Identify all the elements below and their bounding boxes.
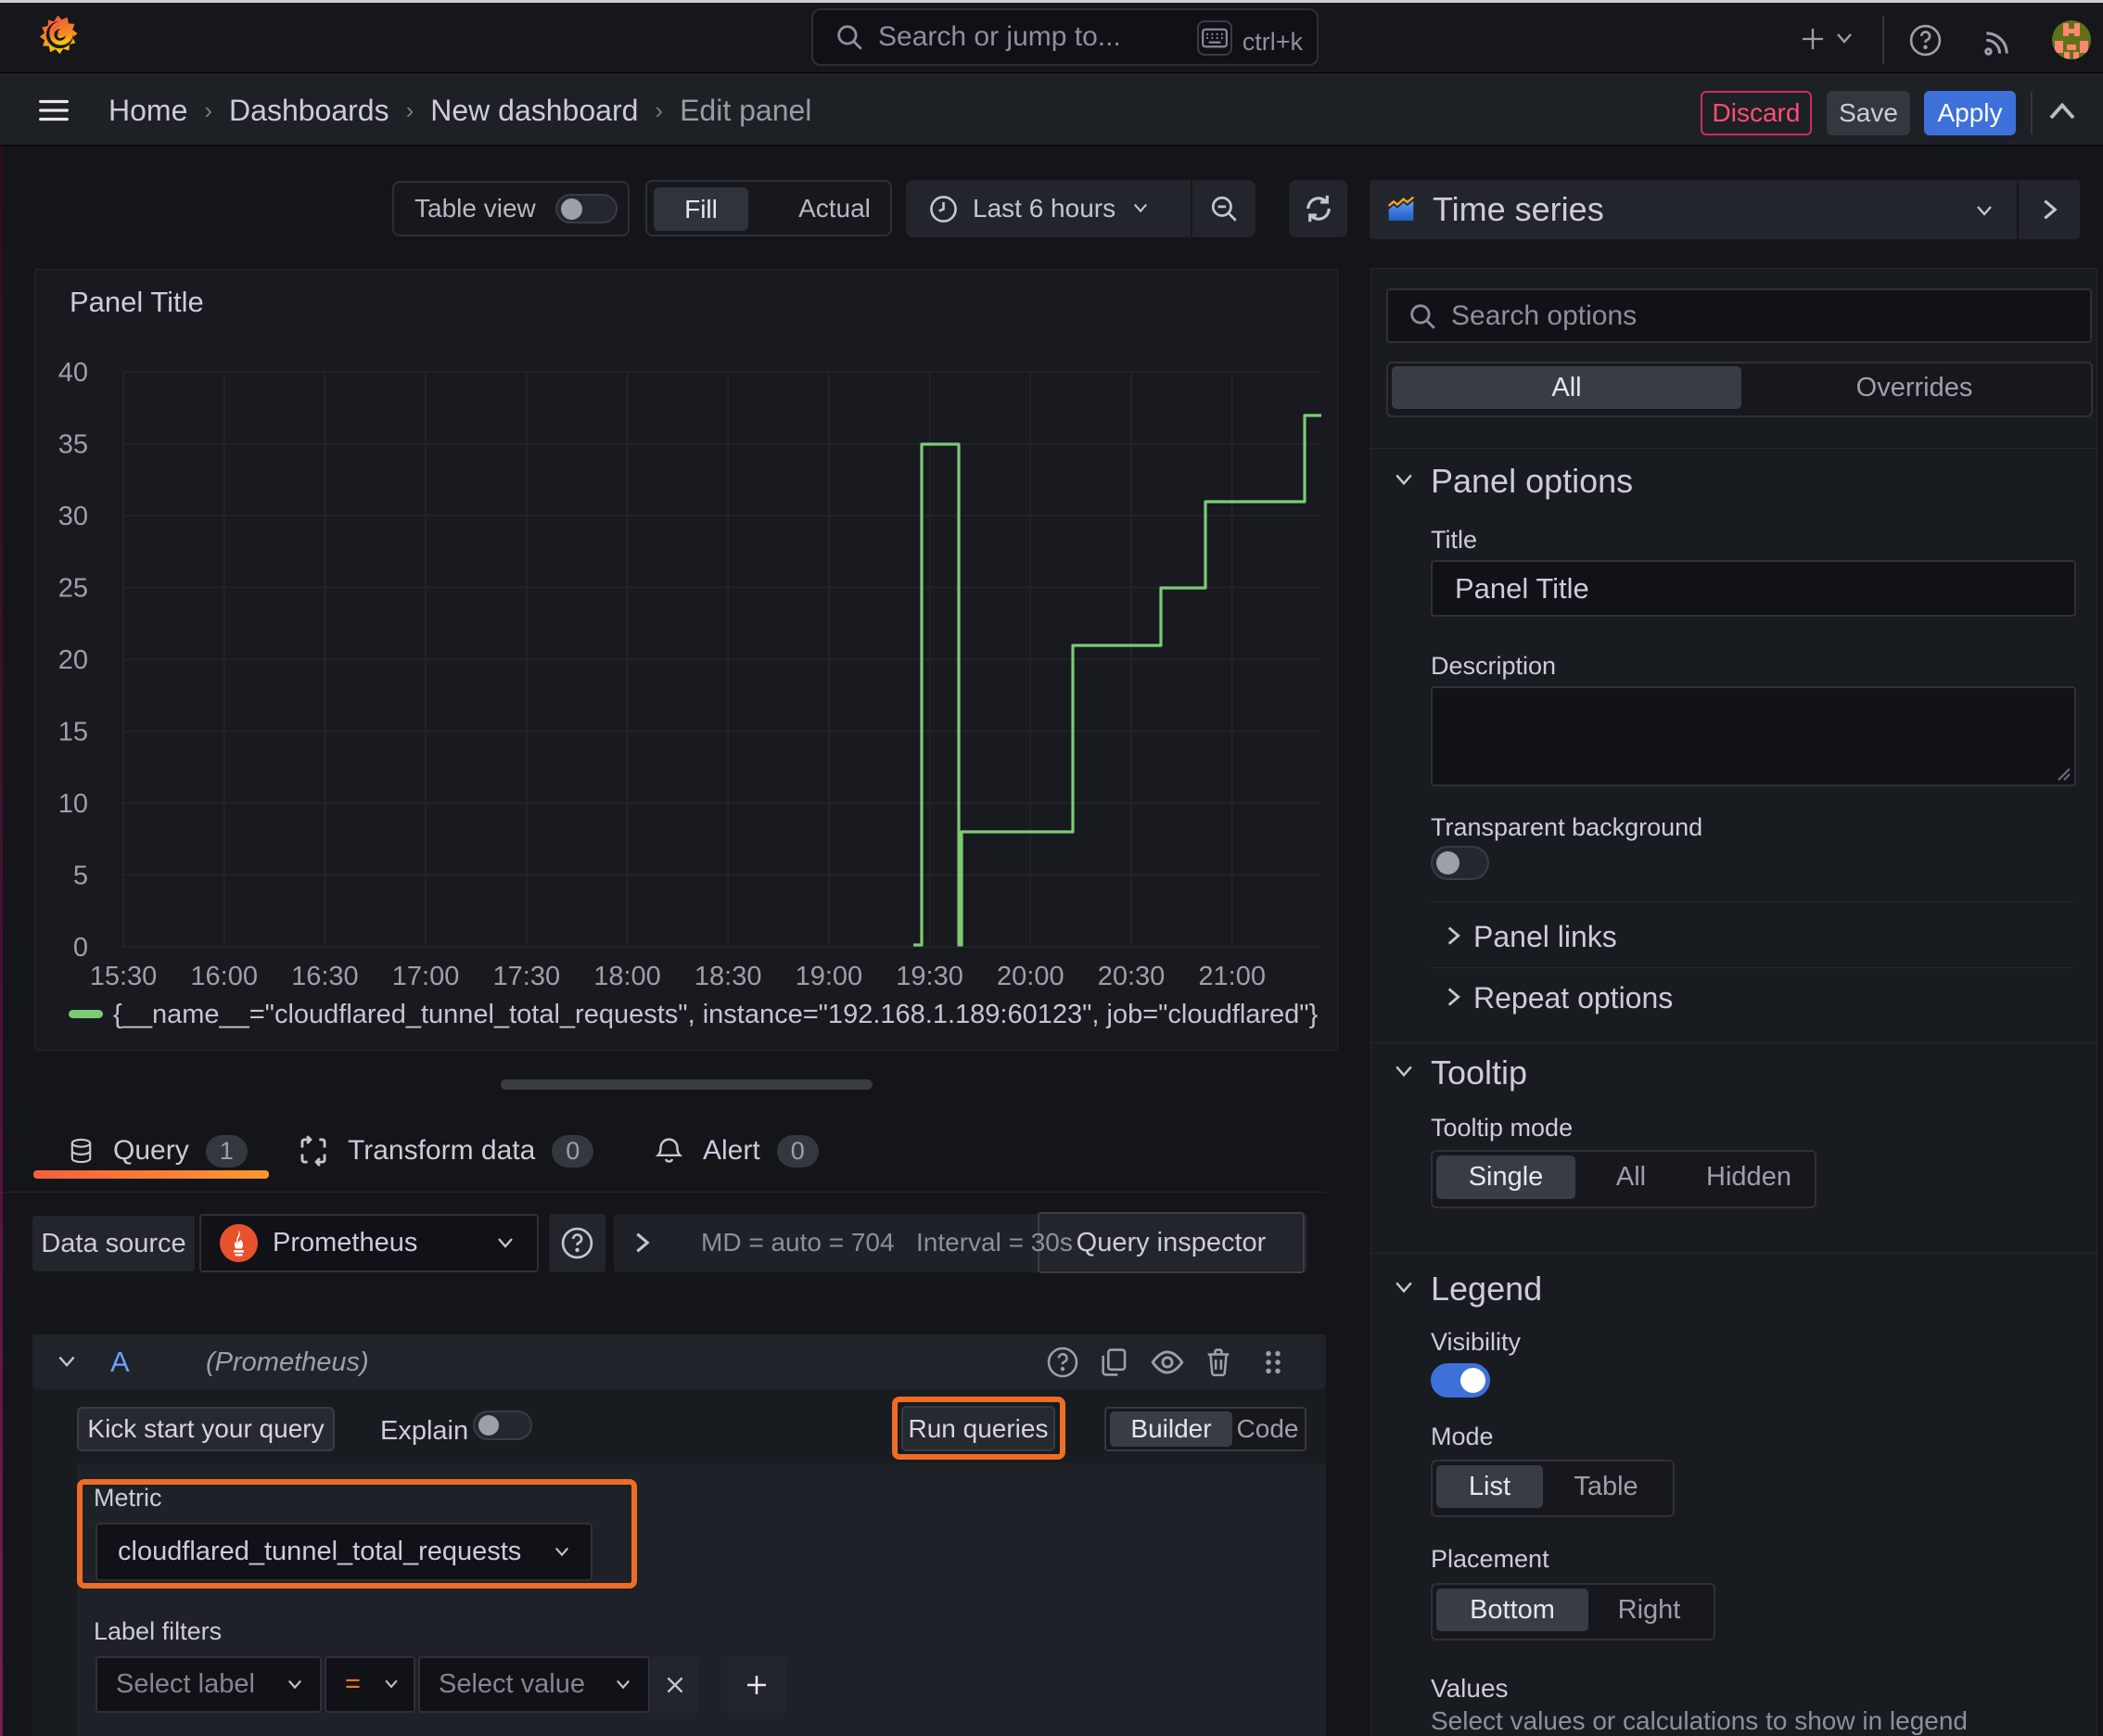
- svg-text:0: 0: [73, 933, 88, 963]
- svg-text:30: 30: [58, 502, 88, 531]
- svg-text:20:30: 20:30: [1098, 962, 1166, 991]
- svg-text:18:00: 18:00: [593, 962, 661, 991]
- svg-text:25: 25: [58, 574, 88, 604]
- svg-text:19:30: 19:30: [896, 962, 963, 991]
- svg-text:17:30: 17:30: [493, 962, 561, 991]
- svg-text:17:00: 17:00: [392, 962, 460, 991]
- svg-text:20:00: 20:00: [997, 962, 1064, 991]
- svg-text:5: 5: [73, 862, 88, 891]
- svg-text:16:00: 16:00: [190, 962, 258, 991]
- svg-text:19:00: 19:00: [796, 962, 863, 991]
- svg-text:40: 40: [58, 358, 88, 388]
- svg-text:20: 20: [58, 645, 88, 675]
- svg-text:35: 35: [58, 430, 88, 460]
- svg-text:15:30: 15:30: [90, 962, 158, 991]
- svg-text:16:30: 16:30: [291, 962, 359, 991]
- svg-text:15: 15: [58, 718, 88, 747]
- svg-text:21:00: 21:00: [1198, 962, 1266, 991]
- svg-text:18:30: 18:30: [695, 962, 762, 991]
- svg-text:{__name__="cloudflared_tunnel_: {__name__="cloudflared_tunnel_total_requ…: [113, 1000, 1319, 1029]
- svg-text:10: 10: [58, 789, 88, 819]
